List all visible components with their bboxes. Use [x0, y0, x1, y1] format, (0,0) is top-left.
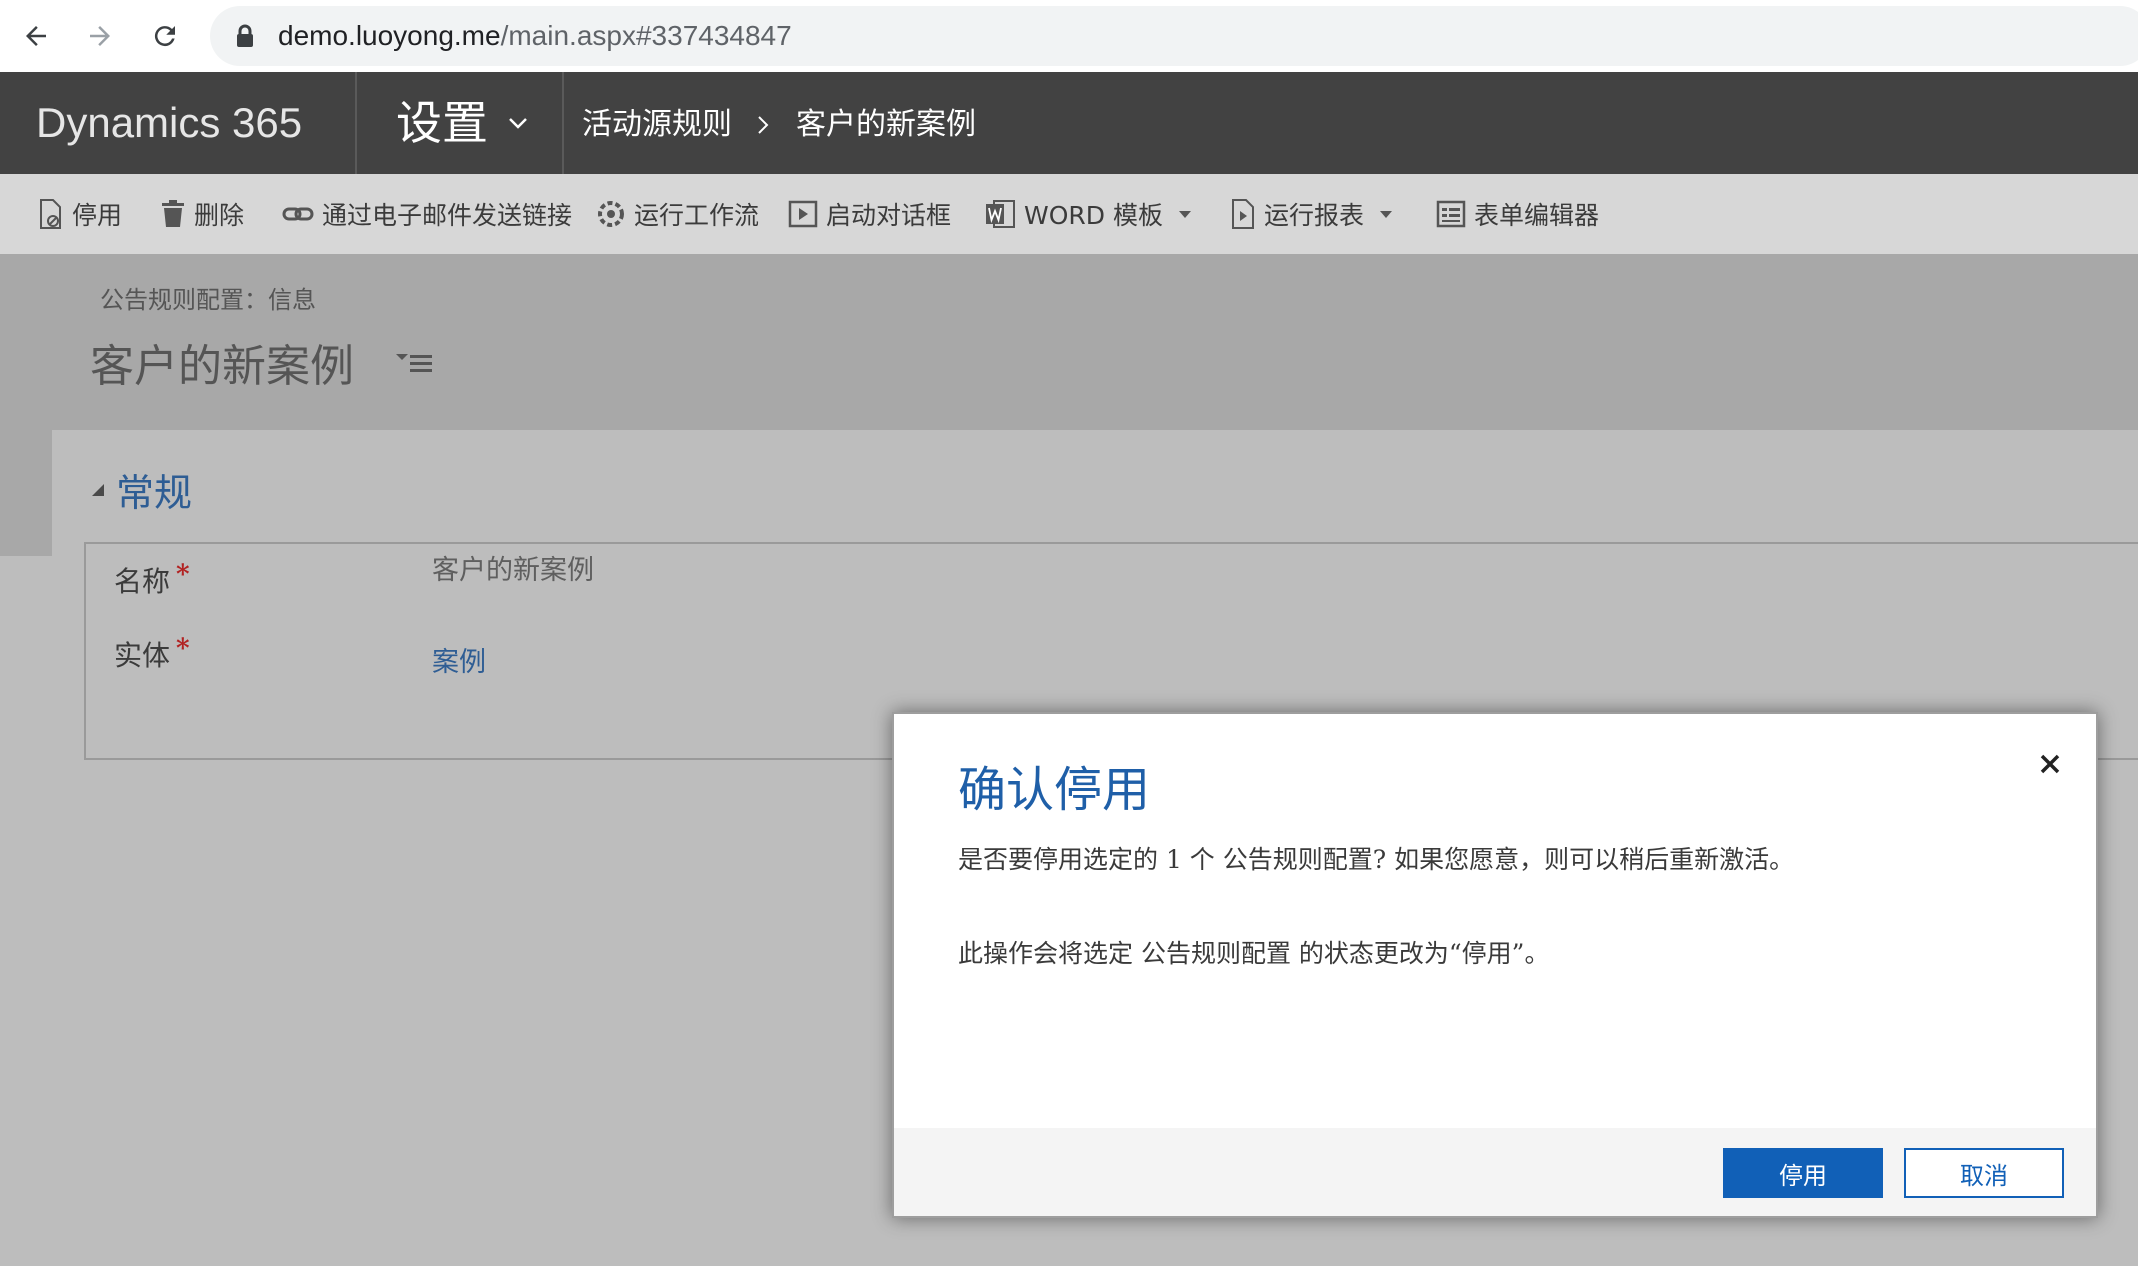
- workflow-icon: [598, 201, 624, 227]
- run-workflow-label: 运行工作流: [634, 201, 760, 230]
- deactivate-button[interactable]: 停用: [38, 174, 122, 254]
- form-editor-label: 表单编辑器: [1474, 201, 1600, 230]
- entity-form-label: 公告规则配置：信息: [100, 286, 316, 314]
- cancel-button[interactable]: 取消: [1904, 1148, 2064, 1198]
- area-selector[interactable]: 设置: [396, 72, 488, 174]
- back-arrow-icon[interactable]: [14, 14, 58, 58]
- field-value-name[interactable]: 客户的新案例: [432, 548, 594, 587]
- field-value-entity-link[interactable]: 案例: [432, 640, 486, 679]
- breadcrumb-item-current-record[interactable]: 客户的新案例: [796, 72, 976, 178]
- reload-icon[interactable]: [143, 14, 187, 58]
- confirm-deactivate-dialog: 确认停用 是否要停用选定的 1 个 公告规则配置? 如果您愿意，则可以稍后重新激…: [892, 712, 2098, 1218]
- form-selector-menu-icon[interactable]: [396, 350, 432, 382]
- dialog-message: 是否要停用选定的 1 个 公告规则配置? 如果您愿意，则可以稍后重新激活。: [958, 845, 1795, 874]
- run-workflow-button[interactable]: 运行工作流: [596, 174, 759, 254]
- dialog-icon: [788, 200, 818, 228]
- left-strip: [0, 430, 52, 556]
- email-link-label: 通过电子邮件发送链接: [322, 201, 573, 230]
- url-text[interactable]: demo.luoyong.me/main.aspx#337434847: [278, 6, 792, 66]
- run-report-label: 运行报表: [1264, 201, 1365, 230]
- nav-divider: [355, 72, 357, 174]
- deactivate-label: 停用: [72, 201, 123, 230]
- report-icon: [1232, 199, 1254, 229]
- deactivate-icon: [40, 199, 61, 229]
- link-icon: [282, 207, 314, 221]
- form-editor-button[interactable]: 表单编辑器: [1436, 174, 1599, 254]
- url-host: demo.luoyong.me: [278, 20, 501, 51]
- field-label-name: 名称 *: [114, 560, 190, 600]
- browser-toolbar: demo.luoyong.me/main.aspx#337434847: [0, 0, 2138, 72]
- url-path: /main.aspx#337434847: [500, 20, 792, 51]
- trash-icon: [162, 200, 184, 227]
- dropdown-arrow-icon[interactable]: [1380, 210, 1393, 218]
- close-icon[interactable]: [2034, 748, 2066, 780]
- required-mark: *: [176, 634, 190, 664]
- record-title: 客户的新案例: [90, 341, 354, 392]
- chevron-right-icon: [756, 114, 770, 140]
- nav-divider: [562, 72, 564, 174]
- address-bar[interactable]: demo.luoyong.me/main.aspx#337434847: [210, 6, 2138, 66]
- required-mark: *: [176, 560, 190, 590]
- field-label-entity-text: 实体: [114, 639, 171, 672]
- collapse-triangle-icon[interactable]: [92, 484, 104, 496]
- form-editor-icon: [1436, 200, 1466, 228]
- delete-label: 删除: [194, 201, 245, 230]
- delete-button[interactable]: 删除: [160, 174, 244, 254]
- section-title-general[interactable]: 常规: [116, 462, 192, 517]
- brand-logo[interactable]: Dynamics 365: [36, 72, 302, 174]
- start-dialog-button[interactable]: 启动对话框: [788, 174, 951, 254]
- dropdown-arrow-icon[interactable]: [1178, 210, 1191, 218]
- command-bar: 停用 删除 通过电子邮件发送链接 运行工作流 启动对话框 WORD 模板 运行报…: [0, 174, 2138, 254]
- field-label-name-text: 名称: [114, 565, 171, 598]
- chevron-down-icon[interactable]: [508, 116, 528, 135]
- lock-icon: [236, 24, 254, 52]
- forward-arrow-icon[interactable]: [78, 14, 122, 58]
- confirm-deactivate-button[interactable]: 停用: [1723, 1148, 1883, 1198]
- dialog-status-message: 此操作会将选定 公告规则配置 的状态更改为“停用”。: [958, 939, 1550, 968]
- start-dialog-label: 启动对话框: [826, 201, 952, 230]
- word-template-button[interactable]: WORD 模板: [984, 174, 1191, 254]
- top-navigation-bar: Dynamics 365 设置 活动源规则 客户的新案例: [0, 72, 2138, 174]
- dialog-title: 确认停用: [958, 762, 1151, 818]
- breadcrumb-item-activity-rules[interactable]: 活动源规则: [582, 72, 732, 178]
- run-report-button[interactable]: 运行报表: [1230, 174, 1393, 254]
- word-template-label: WORD 模板: [1024, 201, 1163, 230]
- email-link-button[interactable]: 通过电子邮件发送链接: [282, 174, 572, 254]
- field-label-entity: 实体 *: [114, 634, 190, 674]
- word-icon: [986, 200, 1015, 228]
